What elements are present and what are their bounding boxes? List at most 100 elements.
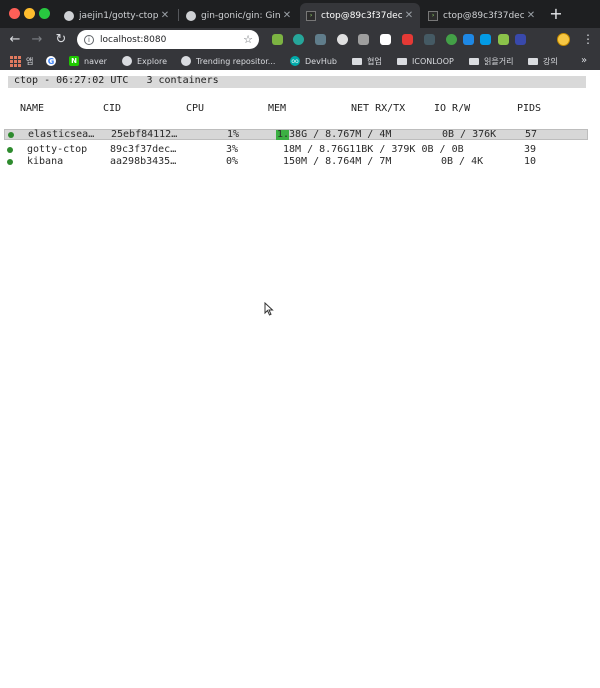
extension-icon[interactable] bbox=[498, 34, 509, 45]
container-cpu: 0% bbox=[226, 156, 239, 167]
container-pids: 39 bbox=[524, 144, 537, 155]
extension-icon[interactable] bbox=[402, 34, 413, 45]
reload-button[interactable]: ↻ bbox=[52, 31, 70, 49]
bookmark-folder-collab[interactable]: 협업 bbox=[352, 54, 382, 68]
status-dot bbox=[8, 132, 14, 138]
bookmark-naver[interactable]: N naver bbox=[69, 54, 107, 68]
tab-title: ctop@89c3f37dec bbox=[321, 10, 402, 21]
column-header-io[interactable]: IO R/W bbox=[434, 103, 470, 114]
bookmark-folder-lectures[interactable]: 강의 bbox=[528, 54, 558, 68]
status-dot bbox=[7, 159, 13, 165]
extension-icon[interactable] bbox=[515, 34, 526, 45]
extension-icon[interactable] bbox=[463, 34, 474, 45]
bookmark-explore[interactable]: Explore bbox=[122, 54, 167, 68]
github-icon bbox=[64, 10, 74, 21]
ctop-header: ctop - 06:27:02 UTC 3 containers bbox=[14, 75, 219, 86]
bookmark-label: 협업 bbox=[367, 56, 382, 66]
column-header-name[interactable]: NAME bbox=[20, 103, 44, 114]
extension-icon[interactable] bbox=[315, 34, 326, 45]
more-bookmarks-icon[interactable]: » bbox=[581, 55, 587, 66]
container-mem-net: 18M / 8.76G11BK / 379K 0B / 0B bbox=[283, 144, 464, 155]
tab-ctop-active[interactable]: › ctop@89c3f37dec ✕ bbox=[300, 3, 420, 28]
container-row[interactable]: gotty-ctop 89c3f37dec… 3% 18M / 8.76G11B… bbox=[4, 144, 588, 156]
extension-icon[interactable] bbox=[293, 34, 304, 45]
column-header-net[interactable]: NET RX/TX bbox=[351, 103, 405, 114]
devhub-icon: oo bbox=[290, 56, 300, 66]
tab-divider bbox=[178, 9, 179, 21]
info-icon[interactable]: i bbox=[84, 34, 94, 45]
bookmark-label: Explore bbox=[137, 56, 168, 66]
column-header-cid[interactable]: CID bbox=[103, 103, 121, 114]
close-icon[interactable]: ✕ bbox=[524, 10, 538, 21]
browser-toolbar: ← → ↻ i localhost:8080 ☆ ⋮ bbox=[0, 28, 600, 52]
bookmark-label: naver bbox=[84, 56, 107, 66]
address-bar[interactable]: i localhost:8080 ☆ bbox=[77, 30, 259, 49]
column-header-mem[interactable]: MEM bbox=[268, 103, 286, 114]
bookmark-apps[interactable]: 앱 bbox=[10, 54, 33, 68]
bookmark-trending[interactable]: Trending repositor... bbox=[181, 54, 275, 68]
tab-gin-repo[interactable]: gin-gonic/gin: Gin ✕ bbox=[180, 3, 298, 28]
folder-icon bbox=[352, 57, 362, 65]
bookmarks-bar: 앱 G N naver Explore Trending repositor..… bbox=[0, 52, 600, 70]
column-header-pids[interactable]: PIDS bbox=[517, 103, 541, 114]
extension-icon[interactable] bbox=[446, 34, 457, 45]
column-header-cpu[interactable]: CPU bbox=[186, 103, 204, 114]
bookmark-label: 앱 bbox=[26, 56, 34, 66]
extension-icon[interactable] bbox=[337, 34, 348, 45]
apps-icon bbox=[10, 56, 21, 67]
container-mem-net: 1.38G / 8.767M / 4M bbox=[277, 129, 392, 140]
bookmark-label: Trending repositor... bbox=[196, 56, 276, 66]
container-row[interactable]: elasticsea… 25ebf84112… 1% 1.38G / 8.767… bbox=[4, 129, 588, 140]
forward-button[interactable]: → bbox=[28, 31, 46, 49]
bookmark-label: ICONLOOP bbox=[412, 56, 454, 66]
bookmark-folder-reading[interactable]: 읽을거리 bbox=[469, 54, 513, 68]
tab-title: ctop@89c3f37dec bbox=[443, 10, 524, 21]
mouse-cursor-icon bbox=[264, 302, 274, 316]
close-window-button[interactable] bbox=[9, 8, 20, 19]
menu-icon[interactable]: ⋮ bbox=[582, 32, 594, 46]
folder-icon bbox=[528, 57, 538, 65]
extension-icon[interactable] bbox=[424, 34, 435, 45]
star-icon[interactable]: ☆ bbox=[243, 33, 253, 46]
container-mem-net: 150M / 8.764M / 7M bbox=[283, 156, 392, 167]
status-dot bbox=[7, 147, 13, 153]
close-icon[interactable]: ✕ bbox=[158, 10, 172, 21]
github-icon bbox=[186, 10, 196, 21]
close-icon[interactable]: ✕ bbox=[280, 10, 294, 21]
extension-icon[interactable] bbox=[358, 34, 369, 45]
url-text: localhost:8080 bbox=[100, 34, 167, 45]
close-icon[interactable]: ✕ bbox=[402, 10, 416, 21]
bookmark-folder-iconloop[interactable]: ICONLOOP bbox=[397, 54, 454, 68]
bookmark-label: 읽을거리 bbox=[484, 56, 514, 66]
bookmark-label: 강의 bbox=[543, 56, 558, 66]
profile-avatar[interactable] bbox=[557, 33, 570, 46]
folder-icon bbox=[397, 57, 407, 65]
bookmark-google[interactable]: G bbox=[46, 54, 61, 68]
container-pids: 10 bbox=[524, 156, 537, 167]
new-tab-button[interactable]: + bbox=[547, 6, 565, 24]
tab-title: jaejin1/gotty-ctop bbox=[79, 10, 158, 21]
terminal-view[interactable]: ctop - 06:27:02 UTC 3 containers NAME CI… bbox=[0, 70, 600, 688]
container-cid: 25ebf84112… bbox=[111, 129, 178, 140]
container-row[interactable]: kibana aa298b3435… 0% 150M / 8.764M / 7M… bbox=[4, 156, 588, 168]
folder-icon bbox=[469, 57, 479, 65]
container-io: 0B / 4K bbox=[441, 156, 484, 167]
tab-strip: jaejin1/gotty-ctop ✕ gin-gonic/gin: Gin … bbox=[0, 0, 600, 28]
extension-icon[interactable] bbox=[380, 34, 391, 45]
bookmark-label: DevHub bbox=[305, 56, 337, 66]
container-pids: 57 bbox=[525, 129, 538, 140]
container-cpu: 1% bbox=[227, 129, 240, 140]
google-icon: G bbox=[46, 56, 56, 66]
terminal-icon: › bbox=[306, 10, 316, 21]
container-cid: aa298b3435… bbox=[110, 156, 177, 167]
minimize-window-button[interactable] bbox=[24, 8, 35, 19]
tab-gotty-ctop-repo[interactable]: jaejin1/gotty-ctop ✕ bbox=[58, 3, 176, 28]
extension-icon[interactable] bbox=[480, 34, 491, 45]
tab-title: gin-gonic/gin: Gin bbox=[201, 10, 280, 21]
extension-drive-icon[interactable] bbox=[272, 34, 283, 45]
back-button[interactable]: ← bbox=[6, 31, 24, 49]
bookmark-devhub[interactable]: oo DevHub bbox=[290, 54, 337, 68]
container-io: 0B / 376K bbox=[442, 129, 497, 140]
zoom-window-button[interactable] bbox=[39, 8, 50, 19]
tab-ctop[interactable]: › ctop@89c3f37dec ✕ bbox=[422, 3, 542, 28]
